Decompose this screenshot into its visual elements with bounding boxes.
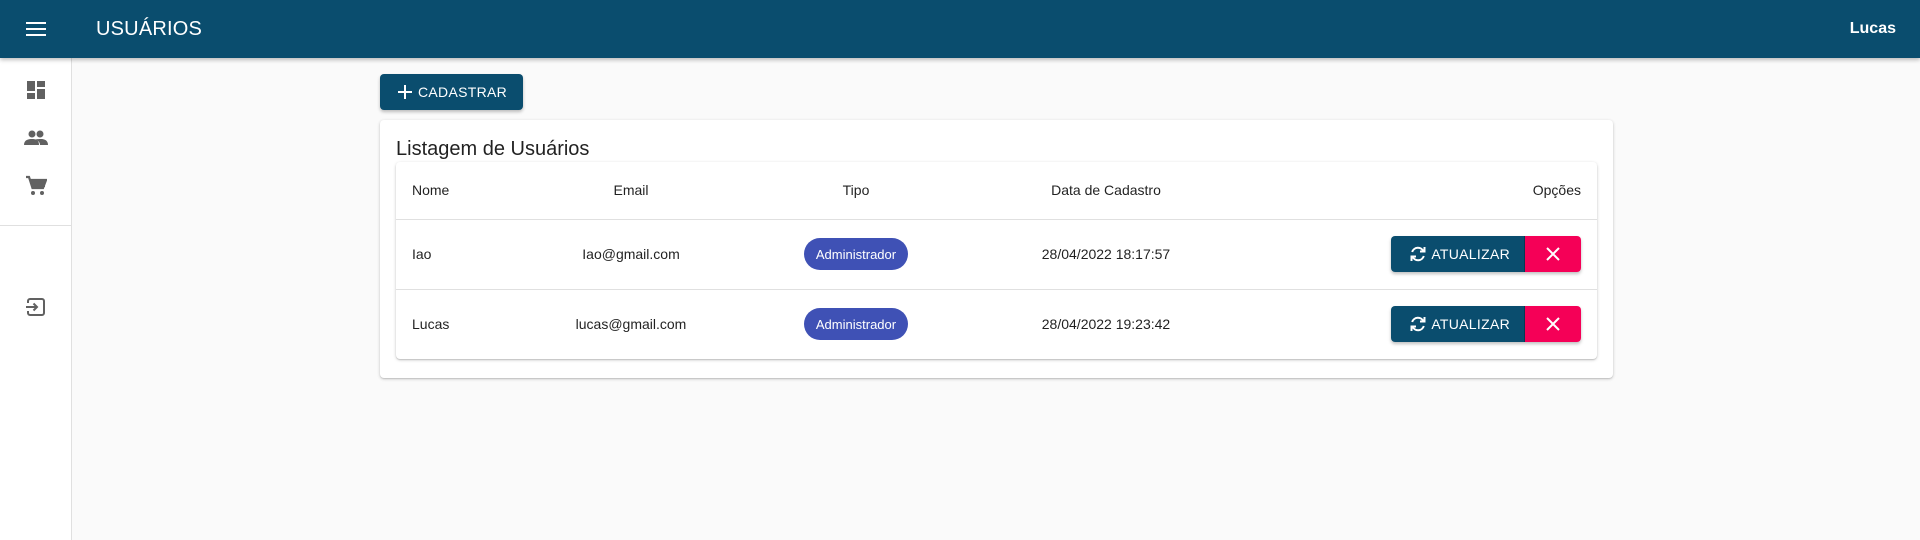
- page-title: USUÁRIOS: [96, 17, 203, 40]
- cell-email: Iao@gmail.com: [531, 219, 731, 290]
- dashboard-icon: [27, 81, 45, 99]
- cell-tipo: Administrador: [731, 289, 981, 359]
- cart-icon: [26, 175, 47, 195]
- sidebar: [0, 58, 72, 540]
- delete-button[interactable]: [1525, 236, 1581, 272]
- add-user-button[interactable]: CADASTRAR: [380, 74, 524, 110]
- cell-date: 28/04/2022 18:17:57: [981, 219, 1231, 290]
- cell-options: ATUALIZAR: [1231, 219, 1597, 290]
- refresh-icon: [1410, 317, 1426, 332]
- plus-icon: [398, 85, 412, 99]
- close-icon: [1546, 247, 1560, 261]
- column-header-email: Email: [531, 162, 731, 220]
- sidebar-item-products[interactable]: [0, 162, 72, 210]
- app-bar: USUÁRIOS Lucas: [0, 0, 1920, 58]
- role-badge: Administrador: [803, 308, 909, 341]
- table-header-row: Nome Email Tipo Data de Cadastro Opções: [396, 162, 1597, 220]
- logout-icon: [26, 298, 45, 316]
- update-button[interactable]: ATUALIZAR: [1391, 306, 1525, 343]
- cell-email: lucas@gmail.com: [575, 316, 687, 333]
- people-icon: [24, 130, 48, 145]
- update-button-label: ATUALIZAR: [1431, 316, 1510, 333]
- row-actions: ATUALIZAR: [1391, 306, 1581, 343]
- card-title: Listagem de Usuários: [396, 138, 590, 160]
- sidebar-item-dashboard[interactable]: [0, 66, 72, 114]
- column-header-options: Opções: [1231, 162, 1597, 220]
- table-row: Lucas lucas@gmail.com Administrador 28/0…: [396, 289, 1597, 359]
- table-row: Iao Iao@gmail.com Administrador 28/04/20…: [396, 219, 1597, 290]
- sidebar-item-logout[interactable]: [0, 283, 72, 331]
- main-content: CADASTRAR Listagem de Usuários Nome Emai…: [380, 74, 1613, 378]
- cell-name: Lucas: [412, 316, 450, 333]
- cell-date: 28/04/2022 19:23:42: [1041, 316, 1171, 333]
- add-user-label: CADASTRAR: [418, 84, 508, 100]
- cell-options: ATUALIZAR: [1231, 289, 1597, 359]
- cell-tipo: Administrador: [731, 219, 981, 290]
- role-badge: Administrador: [803, 238, 909, 270]
- menu-button[interactable]: [0, 0, 72, 58]
- close-icon: [1546, 317, 1560, 331]
- user-name[interactable]: Lucas: [1850, 0, 1896, 58]
- update-button-label: ATUALIZAR: [1431, 246, 1510, 262]
- row-actions: ATUALIZAR: [1391, 236, 1581, 272]
- delete-button[interactable]: [1525, 306, 1581, 343]
- refresh-icon: [1410, 246, 1426, 262]
- column-header-name: Nome: [396, 162, 531, 220]
- column-header-tipo: Tipo: [731, 162, 981, 220]
- users-card: Listagem de Usuários Nome Email Tipo Dat…: [380, 120, 1613, 378]
- update-button[interactable]: ATUALIZAR: [1391, 236, 1525, 272]
- sidebar-item-users[interactable]: [0, 114, 72, 162]
- sidebar-divider: [0, 225, 71, 226]
- column-header-date: Data de Cadastro: [981, 162, 1231, 220]
- users-table-container: Nome Email Tipo Data de Cadastro Opções …: [396, 162, 1597, 359]
- menu-icon: [26, 22, 46, 36]
- cell-name: Iao: [396, 219, 531, 290]
- users-table: Nome Email Tipo Data de Cadastro Opções …: [396, 162, 1597, 359]
